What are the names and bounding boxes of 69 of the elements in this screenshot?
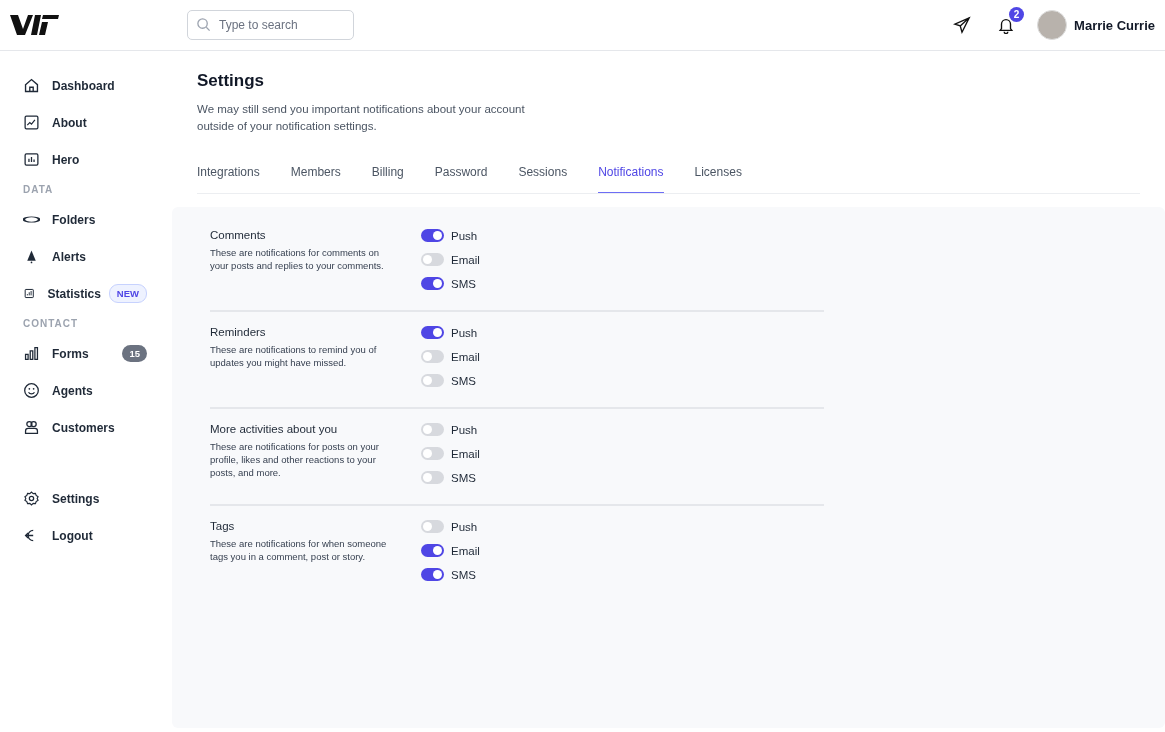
toggle-switch[interactable] bbox=[421, 423, 444, 436]
toggle-switch[interactable] bbox=[421, 374, 444, 387]
section-description: These are notifications for when someone tags you in a comment, post or story. bbox=[210, 537, 388, 563]
toggle-label: SMS bbox=[451, 471, 476, 484]
toggle-label: Push bbox=[451, 229, 478, 242]
toggle-label: SMS bbox=[451, 277, 476, 290]
paper-plane-icon[interactable] bbox=[953, 16, 972, 34]
search-field[interactable]: Type to search bbox=[187, 10, 354, 40]
section-title: Tags bbox=[210, 520, 236, 532]
toggle-switch[interactable] bbox=[421, 471, 444, 484]
toggle-label: Email bbox=[451, 447, 480, 460]
tab[interactable]: Licenses bbox=[694, 157, 742, 193]
new-badge: NEW bbox=[108, 284, 147, 303]
toggle-label: Push bbox=[451, 326, 478, 339]
toggle-switch[interactable] bbox=[421, 350, 444, 363]
page-description: We may still send you important notifications about your account outside of your notification settings. bbox=[197, 102, 526, 134]
avatar[interactable] bbox=[1037, 10, 1068, 40]
toggle-switch[interactable] bbox=[421, 520, 444, 533]
tab[interactable]: Notifications bbox=[598, 157, 664, 193]
toggle-switch[interactable] bbox=[421, 568, 444, 581]
sidebar-item[interactable]: Folders bbox=[23, 201, 172, 238]
section-title: Comments bbox=[210, 229, 267, 241]
toggle-switch[interactable] bbox=[421, 277, 444, 290]
bars-icon bbox=[23, 345, 40, 362]
section-description: These are notifications to remind you of updates you might have missed. bbox=[210, 343, 378, 369]
users-icon bbox=[23, 419, 40, 436]
toggle-switch[interactable] bbox=[421, 229, 444, 242]
count-badge: 15 bbox=[122, 345, 147, 362]
user-name: Marrie Currie bbox=[1074, 17, 1155, 33]
tab[interactable]: Integrations bbox=[197, 157, 260, 193]
toggle-label: Push bbox=[451, 520, 478, 533]
toggle-switch[interactable] bbox=[421, 326, 444, 339]
section-description: These are notifications for comments on your posts and replies to your comments. bbox=[210, 246, 385, 272]
search-icon bbox=[196, 17, 211, 32]
sidebar-item[interactable]: Hero bbox=[23, 141, 172, 178]
logo-icon bbox=[10, 14, 60, 36]
notification-badge: 2 bbox=[1009, 7, 1025, 22]
toggle-switch[interactable] bbox=[421, 447, 444, 460]
sidebar-item[interactable]: Settings bbox=[23, 480, 172, 517]
section-heading: CONTACT bbox=[23, 318, 80, 329]
toggle-label: Email bbox=[451, 544, 480, 557]
toggle-switch[interactable] bbox=[421, 544, 444, 557]
sidebar-item[interactable]: Forms 15 bbox=[23, 335, 172, 372]
sidebar-item[interactable]: Logout bbox=[23, 517, 172, 554]
toggle-switch[interactable] bbox=[421, 253, 444, 266]
sidebar-item[interactable]: Customers bbox=[23, 409, 172, 446]
section-title: Reminders bbox=[210, 326, 267, 338]
toggle-label: Email bbox=[451, 253, 480, 266]
bar-chart-icon bbox=[23, 151, 40, 168]
tab[interactable]: Sessions bbox=[518, 157, 568, 193]
section-heading: DATA bbox=[23, 184, 55, 195]
page-title: Settings bbox=[197, 71, 266, 91]
section-title: More activities about you bbox=[210, 423, 339, 435]
sidebar-item[interactable]: Agents bbox=[23, 372, 172, 409]
toggle-label: SMS bbox=[451, 568, 476, 581]
section-description: These are notifications for posts on your profile, likes and other reactions to your posts, and more. bbox=[210, 440, 380, 479]
settings-icon bbox=[23, 490, 40, 507]
smiley-icon bbox=[23, 382, 40, 399]
home-icon bbox=[23, 77, 40, 94]
sidebar-item[interactable]: Alerts bbox=[23, 238, 172, 275]
tab[interactable]: Password bbox=[434, 157, 488, 193]
sidebar-item[interactable]: Statistics NEW bbox=[23, 275, 172, 312]
toggle-label: Email bbox=[451, 350, 480, 363]
toggle-label: Push bbox=[451, 423, 478, 436]
sidebar-item[interactable]: Dashboard bbox=[23, 67, 172, 104]
sidebar-item[interactable]: About bbox=[23, 104, 172, 141]
tab[interactable]: Members bbox=[290, 157, 341, 193]
toggle-label: SMS bbox=[451, 374, 476, 387]
tab[interactable]: Billing bbox=[371, 157, 404, 193]
